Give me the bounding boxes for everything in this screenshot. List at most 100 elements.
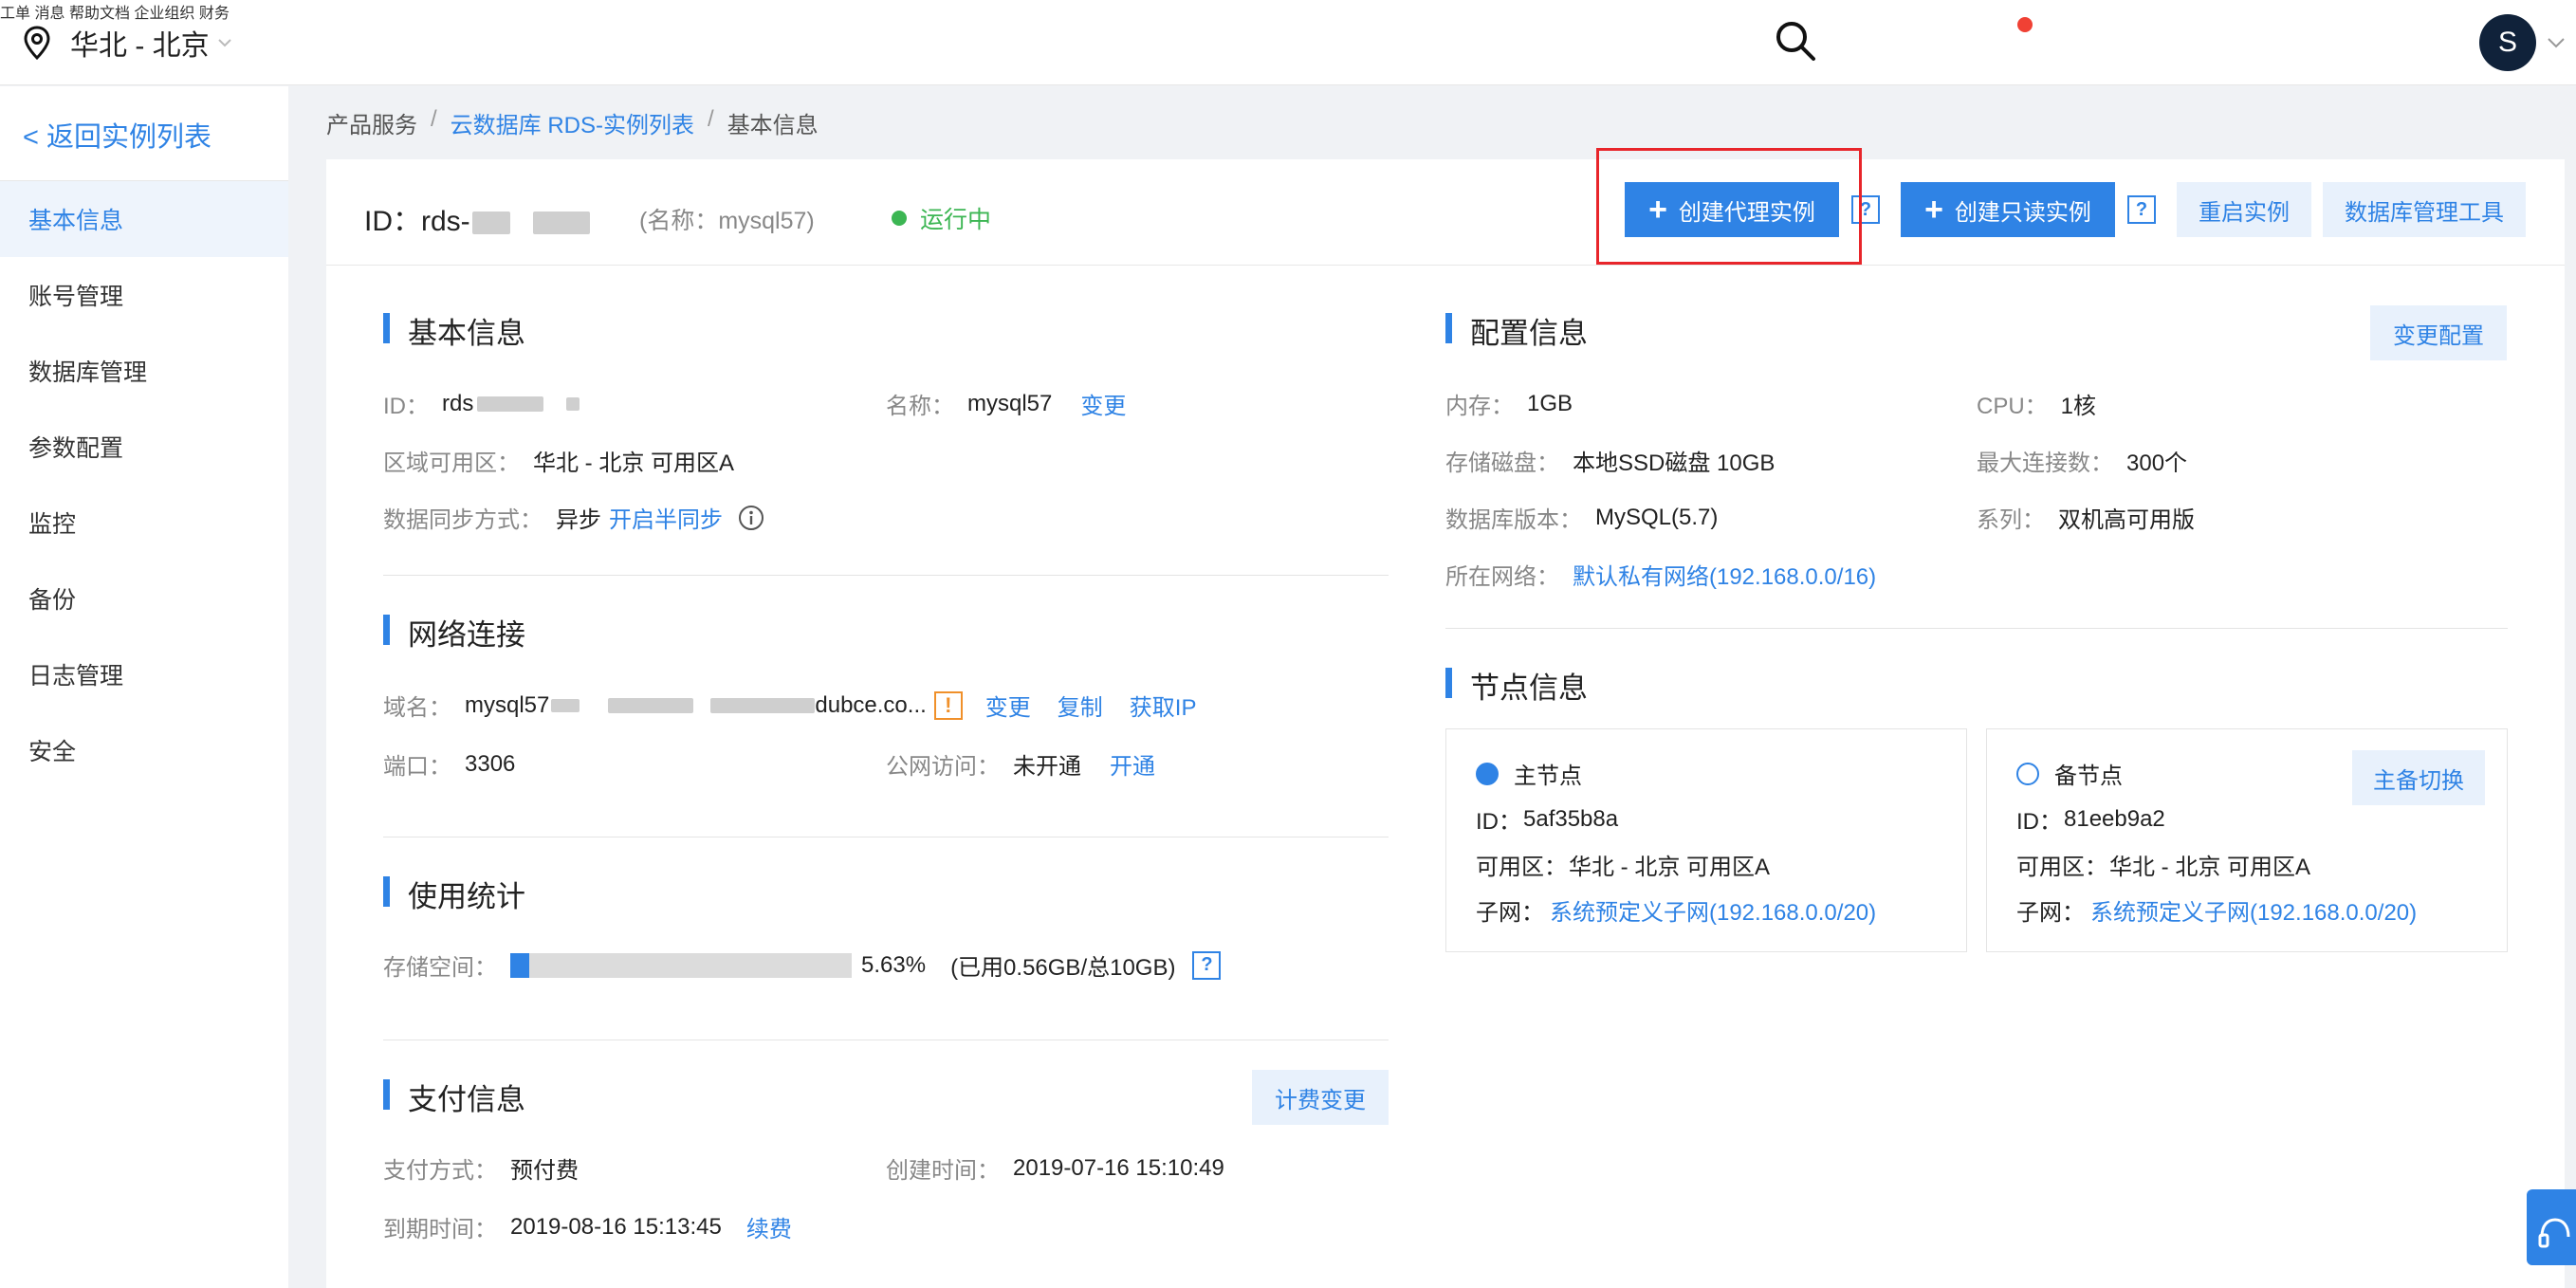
- value: 3306: [465, 750, 516, 777]
- avatar[interactable]: S: [2479, 14, 2536, 71]
- plus-icon: +: [1924, 191, 1943, 228]
- unread-badge: [2017, 17, 2033, 32]
- chevron-down-icon[interactable]: [2546, 34, 2567, 51]
- change-name-link[interactable]: 变更: [1080, 387, 1126, 420]
- renew-link[interactable]: 续费: [746, 1210, 792, 1243]
- standby-node-header: 备节点: [2016, 757, 2123, 790]
- redacted-text: [566, 396, 580, 411]
- label: ID：: [1476, 809, 1521, 835]
- db-management-tool-button[interactable]: 数据库管理工具: [2323, 182, 2526, 237]
- value: 异步: [556, 507, 601, 533]
- instance-id-label: ID：: [364, 206, 421, 237]
- help-icon[interactable]: ?: [1192, 950, 1222, 980]
- label: 存储空间：: [383, 955, 497, 981]
- storage-percent: 5.63%: [861, 951, 927, 978]
- create-readonly-instance-button[interactable]: + 创建只读实例: [1901, 182, 2115, 237]
- create-readonly-label: 创建只读实例: [1954, 199, 2091, 226]
- instance-id-value: rds-: [421, 206, 470, 237]
- label: CPU：: [1977, 394, 2048, 419]
- label: 子网：: [1476, 900, 1544, 926]
- value: 华北 - 北京 可用区A: [1569, 855, 1771, 880]
- config-maxconn-row: 最大连接数： 300个: [1977, 444, 2187, 477]
- warning-icon[interactable]: !: [933, 690, 963, 720]
- breadcrumb-current: 基本信息: [727, 113, 819, 138]
- sidebar-item-parameters[interactable]: 参数配置: [0, 409, 288, 485]
- label: 可用区：: [2016, 855, 2107, 880]
- primary-node-id-row: ID： 5af35b8a: [1476, 802, 1618, 836]
- breadcrumb-root[interactable]: 产品服务: [326, 106, 417, 139]
- standby-node-subnet-row: 子网： 系统预定义子网(192.168.0.0/20): [2016, 893, 2417, 927]
- vpc-link[interactable]: 默认私有网络(192.168.0.0/16): [1573, 558, 1876, 591]
- label: 端口：: [383, 754, 451, 780]
- value: mysql57: [967, 390, 1053, 416]
- redacted-text: [551, 698, 580, 712]
- standby-node-label: 备节点: [2054, 764, 2123, 789]
- config-disk-row: 存储磁盘： 本地SSD磁盘 10GB: [1445, 444, 1775, 477]
- status-text: 运行中: [920, 207, 992, 233]
- sidebar-item-logs[interactable]: 日志管理: [0, 636, 288, 712]
- sidebar-item-basic-info[interactable]: 基本信息: [0, 181, 288, 257]
- label: 数据同步方式：: [383, 507, 543, 533]
- redacted-text: [471, 212, 510, 235]
- change-domain-link[interactable]: 变更: [985, 689, 1031, 722]
- basic-zone-row: 区域可用区： 华北 - 北京 可用区A: [383, 444, 734, 477]
- sidebar-item-accounts[interactable]: 账号管理: [0, 257, 288, 333]
- info-icon[interactable]: [738, 505, 764, 531]
- value: 双机高可用版: [2058, 507, 2195, 533]
- value: 1核: [2060, 394, 2097, 419]
- customer-service-button[interactable]: [2527, 1189, 2576, 1265]
- switchover-button[interactable]: 主备切换: [2352, 750, 2485, 805]
- config-cpu-row: CPU： 1核: [1977, 387, 2096, 420]
- subnet-link[interactable]: 系统预定义子网(192.168.0.0/20): [2090, 893, 2417, 927]
- copy-domain-link[interactable]: 复制: [1058, 689, 1103, 722]
- sidebar-item-security[interactable]: 安全: [0, 712, 288, 788]
- label: 到期时间：: [383, 1217, 497, 1242]
- network-port-row: 端口： 3306: [383, 747, 515, 781]
- value: 81eeb9a2: [2064, 805, 2165, 832]
- value: rds: [442, 390, 474, 416]
- value: 华北 - 北京 可用区A: [533, 451, 735, 476]
- section-title-payment: 支付信息: [383, 1076, 525, 1118]
- primary-node-header: 主节点: [1476, 757, 1582, 790]
- value: 5af35b8a: [1523, 805, 1619, 832]
- section-title-network: 网络连接: [383, 611, 525, 653]
- region-selector[interactable]: 华北 - 北京: [23, 19, 234, 66]
- change-config-button[interactable]: 变更配置: [2370, 305, 2507, 360]
- region-label: 华北 - 北京: [70, 30, 210, 62]
- headset-icon: [2538, 1218, 2570, 1248]
- standby-node-zone-row: 可用区： 华北 - 北京 可用区A: [2016, 848, 2310, 881]
- label: 区域可用区：: [383, 451, 520, 476]
- help-icon[interactable]: ?: [2127, 195, 2156, 224]
- label: 数据库版本：: [1445, 507, 1582, 533]
- breadcrumb-separator: /: [431, 106, 437, 132]
- restart-instance-button[interactable]: 重启实例: [2177, 182, 2311, 237]
- payment-method-row: 支付方式： 预付费: [383, 1151, 579, 1185]
- value: 2019-08-16 15:13:45: [510, 1213, 722, 1240]
- get-ip-link[interactable]: 获取IP: [1130, 689, 1197, 722]
- instance-name: (名称：mysql57): [639, 208, 815, 234]
- enable-public-access-link[interactable]: 开通: [1110, 747, 1155, 781]
- label: 域名：: [383, 695, 451, 721]
- value: MySQL(5.7): [1595, 504, 1719, 530]
- divider: [1445, 628, 2508, 629]
- sidebar-item-backup[interactable]: 备份: [0, 561, 288, 636]
- sidebar-item-databases[interactable]: 数据库管理: [0, 333, 288, 409]
- value: 1GB: [1527, 390, 1573, 416]
- section-title-nodes: 节点信息: [1445, 664, 1588, 707]
- enable-semi-sync-link[interactable]: 开启半同步: [609, 501, 723, 534]
- subnet-link[interactable]: 系统预定义子网(192.168.0.0/20): [1550, 893, 1876, 927]
- label: 所在网络：: [1445, 564, 1559, 590]
- location-pin-icon: [24, 26, 50, 60]
- primary-node-label: 主节点: [1514, 764, 1582, 789]
- search-icon[interactable]: [1774, 19, 1817, 63]
- billing-change-button[interactable]: 计费变更: [1252, 1070, 1389, 1125]
- label: 子网：: [2016, 900, 2085, 926]
- value: 300个: [2126, 451, 2188, 476]
- payment-expire-row: 到期时间： 2019-08-16 15:13:45 续费: [383, 1210, 792, 1243]
- breadcrumb: 产品服务 / 云数据库 RDS-实例列表 / 基本信息: [326, 106, 819, 139]
- back-to-instance-list[interactable]: < 返回实例列表: [23, 115, 212, 155]
- breadcrumb-instance-list[interactable]: 云数据库 RDS-实例列表: [451, 106, 694, 139]
- radio-unselected-icon: [2016, 762, 2039, 785]
- sidebar-item-monitoring[interactable]: 监控: [0, 485, 288, 561]
- config-memory-row: 内存： 1GB: [1445, 387, 1573, 420]
